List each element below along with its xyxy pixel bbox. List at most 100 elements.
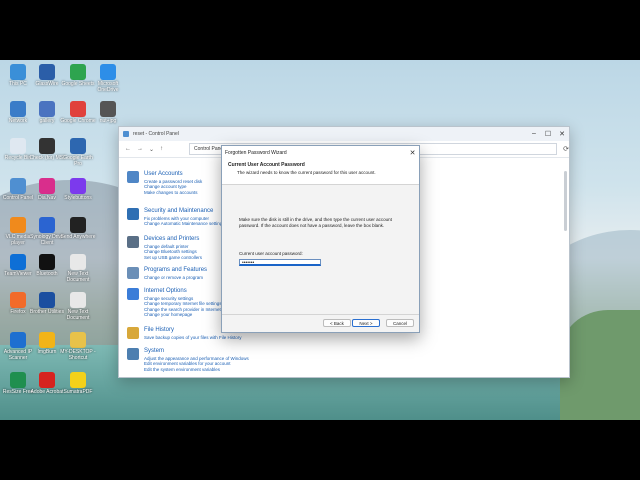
forward-arrow-icon[interactable]: → <box>137 146 143 152</box>
dialog-title: Forgotten Password Wizard <box>225 149 287 156</box>
dialog-heading: Current User Account Password <box>228 162 305 168</box>
dialog-subheading: The wizard needs to know the current pas… <box>237 170 376 175</box>
desktop-icon[interactable]: MY-DESKTOP - Shortcut <box>60 332 96 361</box>
app-icon <box>39 138 55 154</box>
app-icon <box>39 372 55 388</box>
app-icon <box>10 254 26 270</box>
window-titlebar: reset - Control Panel – ☐ ✕ <box>119 127 569 141</box>
category-title[interactable]: Security and Maintenance <box>144 208 213 214</box>
app-icon <box>39 217 55 233</box>
category-link[interactable]: Edit environment variables for your acco… <box>144 361 231 366</box>
category-icon <box>127 267 139 279</box>
category-link[interactable]: Create a password reset disk <box>144 179 202 184</box>
next-button[interactable]: Next > <box>352 319 380 327</box>
app-icon <box>10 101 26 117</box>
category-title[interactable]: Programs and Features <box>144 267 207 273</box>
desktop-icon[interactable]: Send Anywhere <box>60 217 96 240</box>
desktop-icon-label: nut+jpg <box>99 118 117 124</box>
app-icon <box>70 372 86 388</box>
app-icon <box>70 217 86 233</box>
refresh-icon[interactable]: ⟳ <box>563 145 569 153</box>
category-title[interactable]: File History <box>144 327 174 333</box>
back-button[interactable]: < Back <box>323 319 351 327</box>
control-panel-icon <box>123 131 129 137</box>
category-link[interactable]: Edit the system environment variables <box>144 367 220 372</box>
dialog-titlebar: Forgotten Password Wizard ✕ <box>222 146 419 159</box>
app-icon <box>39 64 55 80</box>
password-label: Current user account password: <box>239 251 303 257</box>
desktop-icon-label: Google Earth Pro <box>63 155 93 167</box>
category-title[interactable]: User Accounts <box>144 171 183 177</box>
category-link[interactable]: Save backup copies of your files with Fi… <box>144 335 242 340</box>
category-title[interactable]: Internet Options <box>144 288 187 294</box>
app-icon <box>70 101 86 117</box>
category-link[interactable]: Change security settings <box>144 296 193 301</box>
app-icon <box>39 178 55 194</box>
category-link[interactable]: Change account type <box>144 184 187 189</box>
category-title[interactable]: System <box>144 348 164 354</box>
desktop-icon[interactable]: SumatraPDF <box>60 372 96 395</box>
desktop-icon[interactable]: Google Earth Pro <box>60 138 96 167</box>
app-icon <box>70 254 86 270</box>
desktop-icon[interactable]: Stylebuttons <box>60 178 96 201</box>
app-icon <box>100 64 116 80</box>
category-icon <box>127 236 139 248</box>
up-arrow-icon[interactable]: ↑ <box>160 146 163 152</box>
category-link[interactable]: Change or remove a program <box>144 275 203 280</box>
chevron-down-icon[interactable]: ⌄ <box>149 146 154 153</box>
desktop-icon-label: Stylebuttons <box>64 195 92 201</box>
category-link[interactable]: Change Automatic Maintenance settings <box>144 221 225 226</box>
desktop-icon-label: New Text Document <box>66 309 90 321</box>
app-icon <box>10 178 26 194</box>
address-text: Control Panel <box>194 146 225 152</box>
category-link[interactable]: Adjust the appearance and performance of… <box>144 356 249 361</box>
dialog-body: Make sure the disk is still in the drive… <box>222 217 419 267</box>
app-icon <box>10 217 26 233</box>
forgotten-password-wizard: Forgotten Password Wizard ✕ Current User… <box>221 145 420 333</box>
category-link[interactable]: Make changes to accounts <box>144 190 198 195</box>
category-title[interactable]: Devices and Printers <box>144 236 199 242</box>
app-icon <box>10 138 26 154</box>
app-icon <box>10 332 26 348</box>
dialog-button-bar: < Back Next > Cancel <box>222 314 419 329</box>
category-link[interactable]: Change default printer <box>144 244 189 249</box>
close-icon[interactable]: ✕ <box>406 149 419 157</box>
app-icon <box>70 178 86 194</box>
category-icon <box>127 208 139 220</box>
desktop-icon[interactable]: New Text Document <box>60 254 96 283</box>
desktop-icon[interactable]: New Text Document <box>60 292 96 321</box>
close-icon[interactable]: ✕ <box>555 130 569 138</box>
desktop-icon-label: Microsoft OneDrive <box>97 81 119 93</box>
desktop-icon-label: New Text Document <box>66 271 90 283</box>
maximize-icon[interactable]: ☐ <box>541 130 555 138</box>
app-icon <box>39 101 55 117</box>
app-icon <box>10 64 26 80</box>
desktop-icon-label: MY-DESKTOP - Shortcut <box>60 349 96 361</box>
password-input[interactable]: ••••••• <box>239 259 321 267</box>
dialog-header: Current User Account Password The wizard… <box>222 159 419 185</box>
desktop-icon[interactable]: nut+jpg <box>90 101 126 124</box>
category-icon <box>127 288 139 300</box>
desktop-icon[interactable]: Microsoft OneDrive <box>90 64 126 93</box>
app-icon <box>70 292 86 308</box>
category-icon <box>127 327 139 339</box>
app-icon <box>100 101 116 117</box>
minimize-icon[interactable]: – <box>527 130 541 138</box>
app-icon <box>70 138 86 154</box>
back-arrow-icon[interactable]: ← <box>125 146 131 152</box>
desktop-icon-label: Send Anywhere <box>60 234 96 240</box>
app-icon <box>39 254 55 270</box>
category-link[interactable]: Change Bluetooth settings <box>144 249 197 254</box>
wallpaper-shore <box>560 310 640 420</box>
category-link[interactable]: Set up USB game controllers <box>144 255 202 260</box>
cancel-button[interactable]: Cancel <box>386 319 414 327</box>
window-title: reset - Control Panel <box>133 131 179 137</box>
category-link[interactable]: Change your homepage <box>144 312 192 317</box>
app-icon <box>70 332 86 348</box>
category-link[interactable]: Change temporary Internet file settings <box>144 301 222 306</box>
desktop-icon-label: SumatraPDF <box>63 389 93 395</box>
app-icon <box>39 292 55 308</box>
category-icon <box>127 348 139 360</box>
category-link[interactable]: Fix problems with your computer <box>144 216 209 221</box>
scrollbar[interactable] <box>564 171 567 231</box>
